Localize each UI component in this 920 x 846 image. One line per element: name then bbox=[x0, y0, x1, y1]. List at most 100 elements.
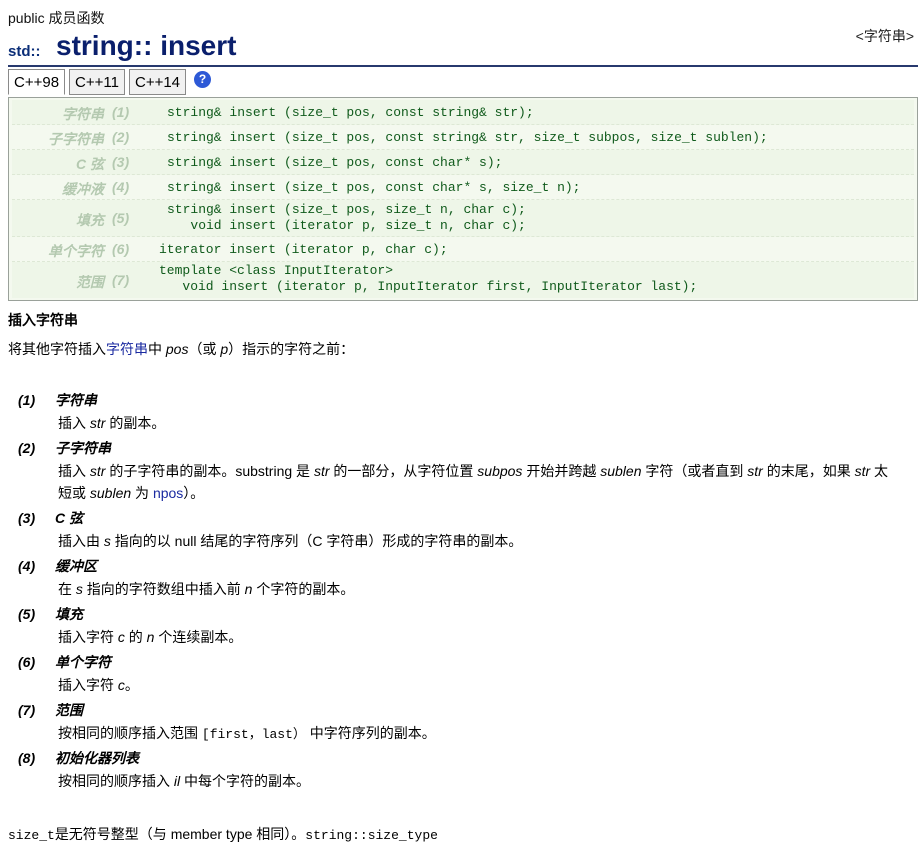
param-name: str bbox=[89, 463, 106, 479]
description-item: (4) 缓冲区在 s 指向的字符数组中插入前 n 个字符的副本。 bbox=[18, 556, 898, 600]
description-text: 插入字符 c 的 n 个连续副本。 bbox=[58, 626, 898, 648]
text-fragment: 指向的以 null 结尾的字符序列（C 字符串）形成的字符串的副本。 bbox=[110, 533, 523, 549]
param-name: str bbox=[747, 463, 763, 479]
title-divider bbox=[8, 65, 918, 67]
text-fragment: 插入字符 bbox=[58, 629, 118, 645]
prototype-row: 范围 (7) template <class InputIterator> vo… bbox=[12, 262, 914, 298]
param-name: sublen bbox=[600, 463, 642, 479]
header-link[interactable]: <字符串> bbox=[856, 26, 914, 46]
footer-code: string::size_type bbox=[305, 828, 438, 843]
range-code: [first，last） bbox=[201, 727, 306, 742]
prototype-code: string& insert (size_t pos, const char* … bbox=[167, 180, 581, 195]
prototype-code: template <class InputIterator> void inse… bbox=[159, 263, 698, 294]
text-fragment: 插入 bbox=[58, 463, 90, 479]
prototype-row: 字符串 (1) string& insert (size_t pos, cons… bbox=[12, 100, 914, 125]
description-title: C 弦 bbox=[55, 510, 83, 526]
footer-note: size_t是无符号整型（与 member type 相同）。string::s… bbox=[8, 824, 438, 844]
desc-param: pos bbox=[165, 341, 189, 357]
prototype-row: C 弦 (3) string& insert (size_t pos, cons… bbox=[12, 150, 914, 175]
desc-text: ）指示的字符之前： bbox=[228, 341, 355, 357]
description-item: (6) 单个字符 插入字符 c。 bbox=[18, 652, 898, 696]
description-item: (3) C 弦插入由 s 指向的以 null 结尾的字符序列（C 字符串）形成的字… bbox=[18, 508, 898, 552]
prototype-label: 子字符串 bbox=[48, 131, 104, 147]
prototype-table: 字符串 (1) string& insert (size_t pos, cons… bbox=[8, 97, 918, 301]
text-fragment: 的一部分，从字符位置 bbox=[329, 463, 478, 479]
param-name: subpos bbox=[477, 463, 523, 479]
help-icon[interactable]: ? bbox=[194, 71, 212, 88]
desc-text: 将其他字符插入 bbox=[8, 341, 106, 357]
text-fragment: 指向的字符数组中插入前 bbox=[82, 581, 245, 597]
param-name: s bbox=[103, 533, 111, 549]
footer-code: size_t bbox=[8, 828, 55, 843]
section-title: 插入字符串 bbox=[8, 312, 78, 328]
param-name: c bbox=[117, 629, 125, 645]
text-fragment: 插入字符 bbox=[58, 677, 118, 693]
section-description: 将其他字符插入字符串中 pos（或 p）指示的字符之前： bbox=[8, 339, 354, 359]
prototype-row: 填充 (5) string& insert (size_t pos, size_… bbox=[12, 200, 914, 237]
description-title: 子字符串 bbox=[55, 440, 111, 456]
description-number: (5) bbox=[18, 606, 36, 622]
description-number: (8) bbox=[18, 750, 36, 766]
prototype-code: string& insert (size_t pos, const string… bbox=[167, 105, 534, 120]
description-heading: (1) 字符串 bbox=[18, 390, 898, 410]
prototype-row: 单个字符 (6) iterator insert (iterator p, ch… bbox=[12, 237, 914, 262]
prototype-code: string& insert (size_t pos, const char* … bbox=[167, 155, 503, 170]
string-link[interactable]: 字符串 bbox=[106, 341, 148, 357]
desc-param: p bbox=[220, 341, 229, 357]
description-title: 填充 bbox=[55, 606, 83, 622]
text-fragment: 个连续副本。 bbox=[154, 629, 243, 645]
description-title: 初始化器列表 bbox=[55, 750, 139, 766]
namespace-label: std:: bbox=[8, 43, 41, 60]
standard-tabs: C++98 C++11 C++14 ? bbox=[8, 69, 212, 97]
tab-cpp11[interactable]: C++11 bbox=[69, 69, 125, 95]
description-item: (7) 范围 按相同的顺序插入范围 [first，last） 中字符序列的副本。 bbox=[18, 700, 898, 746]
tab-cpp98[interactable]: C++98 bbox=[8, 69, 66, 95]
description-heading: (4) 缓冲区 bbox=[18, 556, 898, 576]
description-number: (4) bbox=[18, 558, 36, 574]
description-number: (3) bbox=[18, 510, 36, 526]
text-fragment: 中每个字符的副本。 bbox=[180, 773, 311, 789]
prototype-number: (2) bbox=[112, 129, 130, 145]
description-item: (2) 子字符串插入 str 的子字符串的副本。substring 是 str 的… bbox=[18, 438, 898, 504]
description-title: 范围 bbox=[55, 702, 83, 718]
description-text: 按相同的顺序插入范围 [first，last） 中字符序列的副本。 bbox=[58, 722, 898, 746]
description-text: 插入字符 c。 bbox=[58, 674, 898, 696]
desc-text: （或 bbox=[188, 341, 221, 357]
description-title: 缓冲区 bbox=[55, 558, 97, 574]
param-name: str bbox=[854, 463, 871, 479]
description-title: 字符串 bbox=[55, 392, 97, 408]
text-fragment: 的子字符串的副本。substring 是 bbox=[105, 463, 314, 479]
prototype-label: C 弦 bbox=[76, 156, 104, 172]
description-text: 插入由 s 指向的以 null 结尾的字符序列（C 字符串）形成的字符串的副本。 bbox=[58, 530, 898, 552]
member-kind-label: public 成员函数 bbox=[8, 10, 105, 26]
desc-text: 中 bbox=[148, 341, 166, 357]
description-text: 插入 str 的副本。 bbox=[58, 412, 898, 434]
prototype-number: (3) bbox=[112, 154, 130, 170]
text-fragment: 的副本。 bbox=[105, 415, 166, 431]
prototype-code: iterator insert (iterator p, char c); bbox=[159, 242, 448, 257]
prototype-number: (4) bbox=[112, 179, 130, 195]
prototype-code: string& insert (size_t pos, size_t n, ch… bbox=[167, 202, 526, 233]
description-number: (6) bbox=[18, 654, 36, 670]
prototype-label: 字符串 bbox=[62, 106, 104, 122]
text-fragment: 的 bbox=[124, 629, 147, 645]
param-name: s bbox=[75, 581, 83, 597]
description-number: (2) bbox=[18, 440, 36, 456]
param-name: str bbox=[313, 463, 330, 479]
tab-cpp14[interactable]: C++14 bbox=[128, 69, 187, 95]
description-heading: (2) 子字符串 bbox=[18, 438, 898, 458]
prototype-number: (7) bbox=[112, 272, 130, 288]
description-text: 按相同的顺序插入 il 中每个字符的副本。 bbox=[58, 770, 898, 792]
prototype-label: 范围 bbox=[76, 274, 104, 290]
prototype-label: 填充 bbox=[76, 212, 104, 228]
text-fragment: 插入由 bbox=[58, 533, 104, 549]
prototype-number: (6) bbox=[112, 241, 130, 257]
text-fragment: 为 bbox=[131, 485, 153, 501]
text-fragment: 插入 bbox=[58, 415, 90, 431]
description-heading: (7) 范围 bbox=[18, 700, 898, 720]
description-item: (8) 初始化器列表按相同的顺序插入 il 中每个字符的副本。 bbox=[18, 748, 898, 792]
text-fragment: 按相同的顺序插入 bbox=[58, 773, 174, 789]
text-fragment: ）。 bbox=[183, 485, 205, 501]
description-heading: (5) 填充 bbox=[18, 604, 898, 624]
npos-link[interactable]: npos bbox=[153, 485, 183, 501]
